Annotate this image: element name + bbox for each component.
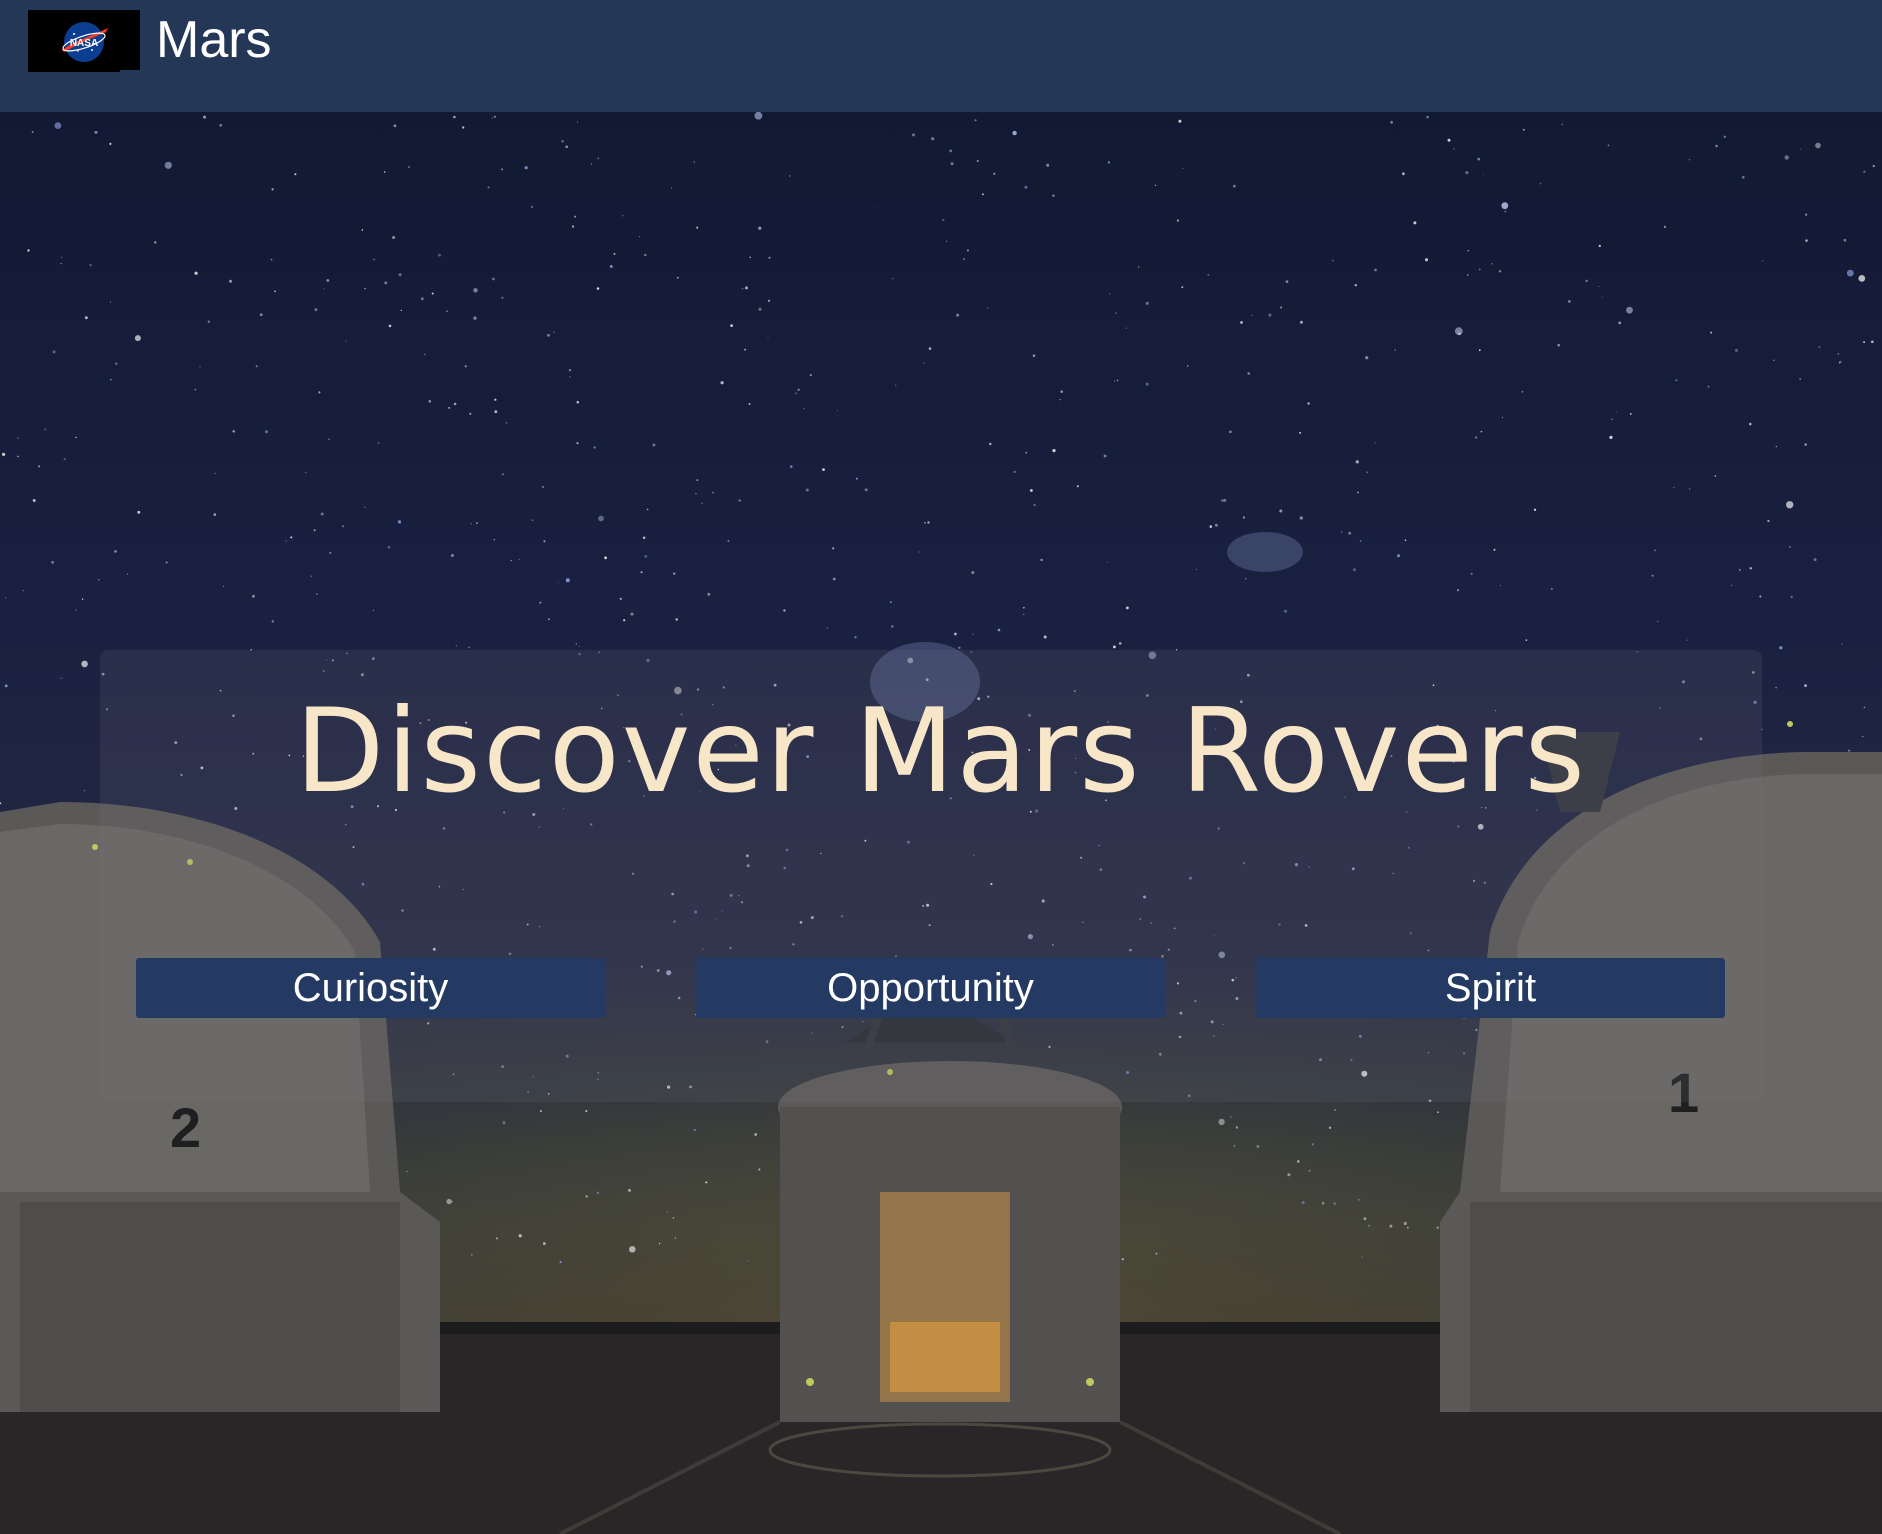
nasa-logo-icon: NASA [62, 22, 108, 62]
curiosity-button[interactable]: Curiosity [136, 958, 605, 1018]
opportunity-button[interactable]: Opportunity [696, 958, 1165, 1018]
spirit-button[interactable]: Spirit [1256, 958, 1725, 1018]
top-navbar: NASA Mars [0, 0, 1882, 112]
hero-title: Discover Mars Rovers [295, 684, 1587, 819]
page: NASA Mars 2 [0, 0, 1882, 1534]
app-title: Mars [156, 11, 272, 69]
nasa-logo-wordmark: NASA [70, 38, 98, 49]
nasa-logo[interactable]: NASA [28, 10, 140, 72]
